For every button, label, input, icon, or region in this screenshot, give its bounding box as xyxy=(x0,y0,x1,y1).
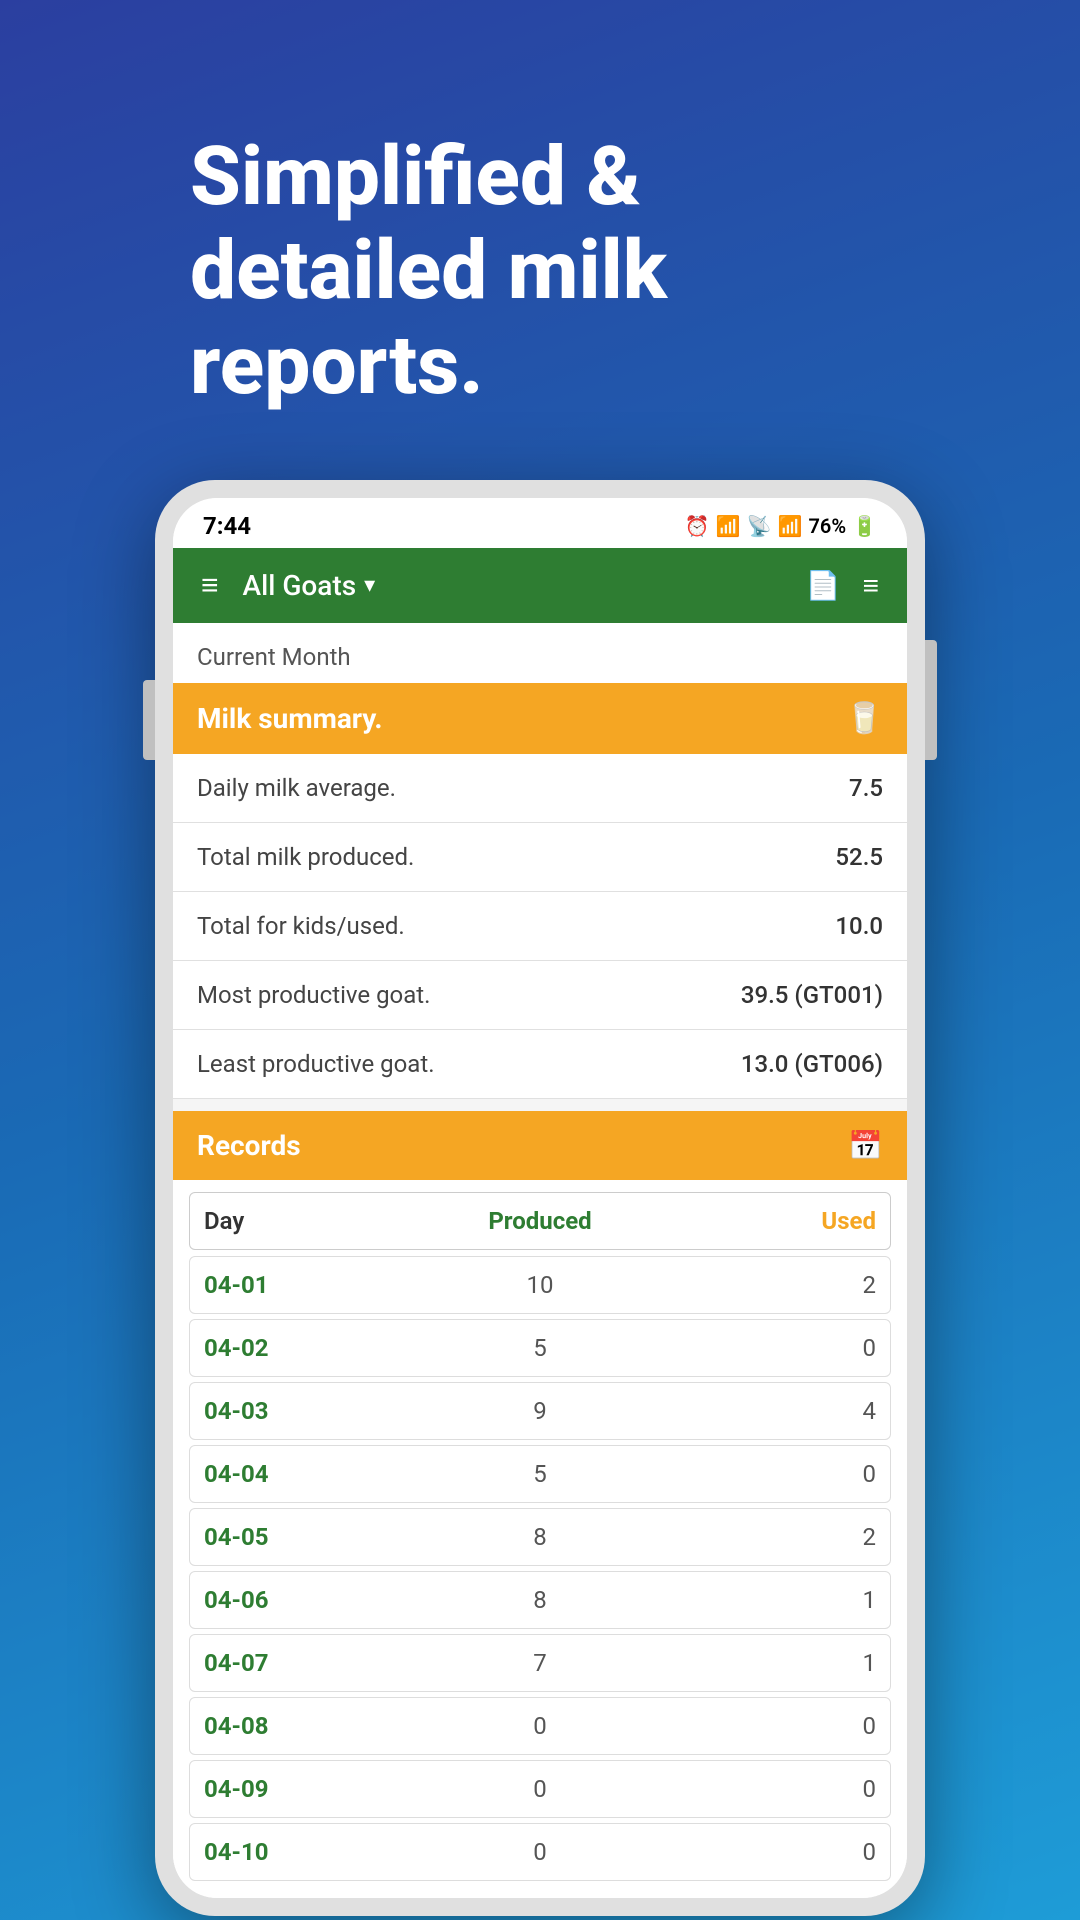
calendar-icon: 📅 xyxy=(848,1129,883,1162)
hero-text: Simplified & detailed milk reports. xyxy=(190,130,980,413)
hero-line2: detailed milk xyxy=(190,224,980,318)
row-used: 0 xyxy=(652,1838,876,1866)
row-used: 4 xyxy=(652,1397,876,1425)
row-produced: 7 xyxy=(428,1649,652,1677)
section-label-text: Current Month xyxy=(197,643,351,671)
summary-row: Least productive goat. 13.0 (GT006) xyxy=(173,1030,907,1099)
pdf-icon[interactable]: 📄 xyxy=(806,569,841,602)
summary-row-label: Total for kids/used. xyxy=(197,912,405,940)
summary-title: Milk summary. xyxy=(197,702,383,735)
app-title-text: All Goats xyxy=(243,569,357,602)
status-icons: ⏰ 📶 📡 📶 76% 🔋 xyxy=(685,514,877,538)
row-day: 04-01 xyxy=(204,1271,428,1299)
status-bar: 7:44 ⏰ 📶 📡 📶 76% 🔋 xyxy=(173,498,907,548)
row-produced: 5 xyxy=(428,1460,652,1488)
summary-row-label: Total milk produced. xyxy=(197,843,414,871)
signal2-icon: 📶 xyxy=(778,514,803,538)
phone-frame: 7:44 ⏰ 📶 📡 📶 76% 🔋 ≡ All Goats ▾ xyxy=(155,480,925,1916)
summary-row-label: Most productive goat. xyxy=(197,981,430,1009)
row-day: 04-10 xyxy=(204,1838,428,1866)
row-used: 0 xyxy=(652,1712,876,1740)
table-row: 04-03 9 4 xyxy=(189,1382,891,1440)
battery-level: 76% xyxy=(808,514,846,538)
row-produced: 0 xyxy=(428,1712,652,1740)
phone-screen: 7:44 ⏰ 📶 📡 📶 76% 🔋 ≡ All Goats ▾ xyxy=(173,498,907,1898)
table-row: 04-09 0 0 xyxy=(189,1760,891,1818)
table-header-row: Day Produced Used xyxy=(189,1192,891,1250)
milk-icon: 🥛 xyxy=(846,701,883,736)
status-time: 7:44 xyxy=(203,512,251,540)
app-bar-title[interactable]: All Goats ▾ xyxy=(243,569,806,602)
table-row: 04-01 10 2 xyxy=(189,1256,891,1314)
phone-mockup: 7:44 ⏰ 📶 📡 📶 76% 🔋 ≡ All Goats ▾ xyxy=(155,480,925,1920)
section-label: Current Month xyxy=(173,623,907,683)
filter-icon[interactable]: ≡ xyxy=(863,569,879,602)
alarm-icon: ⏰ xyxy=(685,514,710,538)
dropdown-arrow-icon[interactable]: ▾ xyxy=(364,573,375,598)
table-row: 04-06 8 1 xyxy=(189,1571,891,1629)
row-used: 2 xyxy=(652,1271,876,1299)
table-row: 04-08 0 0 xyxy=(189,1697,891,1755)
row-day: 04-07 xyxy=(204,1649,428,1677)
content-area: Current Month Milk summary. 🥛 Daily milk… xyxy=(173,623,907,1898)
summary-row-value: 10.0 xyxy=(835,912,883,940)
menu-icon[interactable]: ≡ xyxy=(201,568,219,603)
row-used: 0 xyxy=(652,1334,876,1362)
row-day: 04-02 xyxy=(204,1334,428,1362)
summary-row-value: 7.5 xyxy=(849,774,883,802)
table-rows: 04-01 10 2 04-02 5 0 04-03 9 4 04-04 5 0… xyxy=(189,1256,891,1881)
row-produced: 0 xyxy=(428,1775,652,1803)
signal-icon: 📶 xyxy=(716,514,741,538)
hero-line3: reports. xyxy=(190,319,980,413)
summary-rows: Daily milk average. 7.5 Total milk produ… xyxy=(173,754,907,1099)
summary-row-value: 13.0 (GT006) xyxy=(741,1050,883,1078)
summary-row: Most productive goat. 39.5 (GT001) xyxy=(173,961,907,1030)
battery-icon: 🔋 xyxy=(852,514,877,538)
row-day: 04-06 xyxy=(204,1586,428,1614)
row-used: 0 xyxy=(652,1775,876,1803)
power-button xyxy=(925,640,937,760)
summary-row: Total milk produced. 52.5 xyxy=(173,823,907,892)
col-header-produced: Produced xyxy=(428,1207,652,1235)
row-day: 04-04 xyxy=(204,1460,428,1488)
summary-row: Total for kids/used. 10.0 xyxy=(173,892,907,961)
row-day: 04-05 xyxy=(204,1523,428,1551)
col-header-used: Used xyxy=(652,1207,876,1235)
row-used: 2 xyxy=(652,1523,876,1551)
table-row: 04-10 0 0 xyxy=(189,1823,891,1881)
summary-row-value: 52.5 xyxy=(835,843,883,871)
summary-row-label: Least productive goat. xyxy=(197,1050,435,1078)
row-day: 04-03 xyxy=(204,1397,428,1425)
records-title: Records xyxy=(197,1129,301,1162)
col-header-day: Day xyxy=(204,1207,428,1235)
row-produced: 8 xyxy=(428,1586,652,1614)
row-produced: 0 xyxy=(428,1838,652,1866)
records-header: Records 📅 xyxy=(173,1111,907,1180)
row-produced: 9 xyxy=(428,1397,652,1425)
wifi-icon: 📡 xyxy=(747,514,772,538)
table-row: 04-02 5 0 xyxy=(189,1319,891,1377)
summary-row: Daily milk average. 7.5 xyxy=(173,754,907,823)
row-day: 04-09 xyxy=(204,1775,428,1803)
row-used: 0 xyxy=(652,1460,876,1488)
app-bar-actions: 📄 ≡ xyxy=(806,569,879,602)
summary-row-value: 39.5 (GT001) xyxy=(741,981,883,1009)
summary-header: Milk summary. 🥛 xyxy=(173,683,907,754)
table-row: 04-07 7 1 xyxy=(189,1634,891,1692)
row-used: 1 xyxy=(652,1586,876,1614)
app-bar: ≡ All Goats ▾ 📄 ≡ xyxy=(173,548,907,623)
row-produced: 5 xyxy=(428,1334,652,1362)
summary-row-label: Daily milk average. xyxy=(197,774,396,802)
records-table: Day Produced Used 04-01 10 2 04-02 5 0 0… xyxy=(173,1180,907,1898)
hero-line1: Simplified & xyxy=(190,130,980,224)
row-produced: 10 xyxy=(428,1271,652,1299)
table-row: 04-05 8 2 xyxy=(189,1508,891,1566)
volume-button xyxy=(143,680,155,760)
row-produced: 8 xyxy=(428,1523,652,1551)
table-row: 04-04 5 0 xyxy=(189,1445,891,1503)
row-used: 1 xyxy=(652,1649,876,1677)
row-day: 04-08 xyxy=(204,1712,428,1740)
